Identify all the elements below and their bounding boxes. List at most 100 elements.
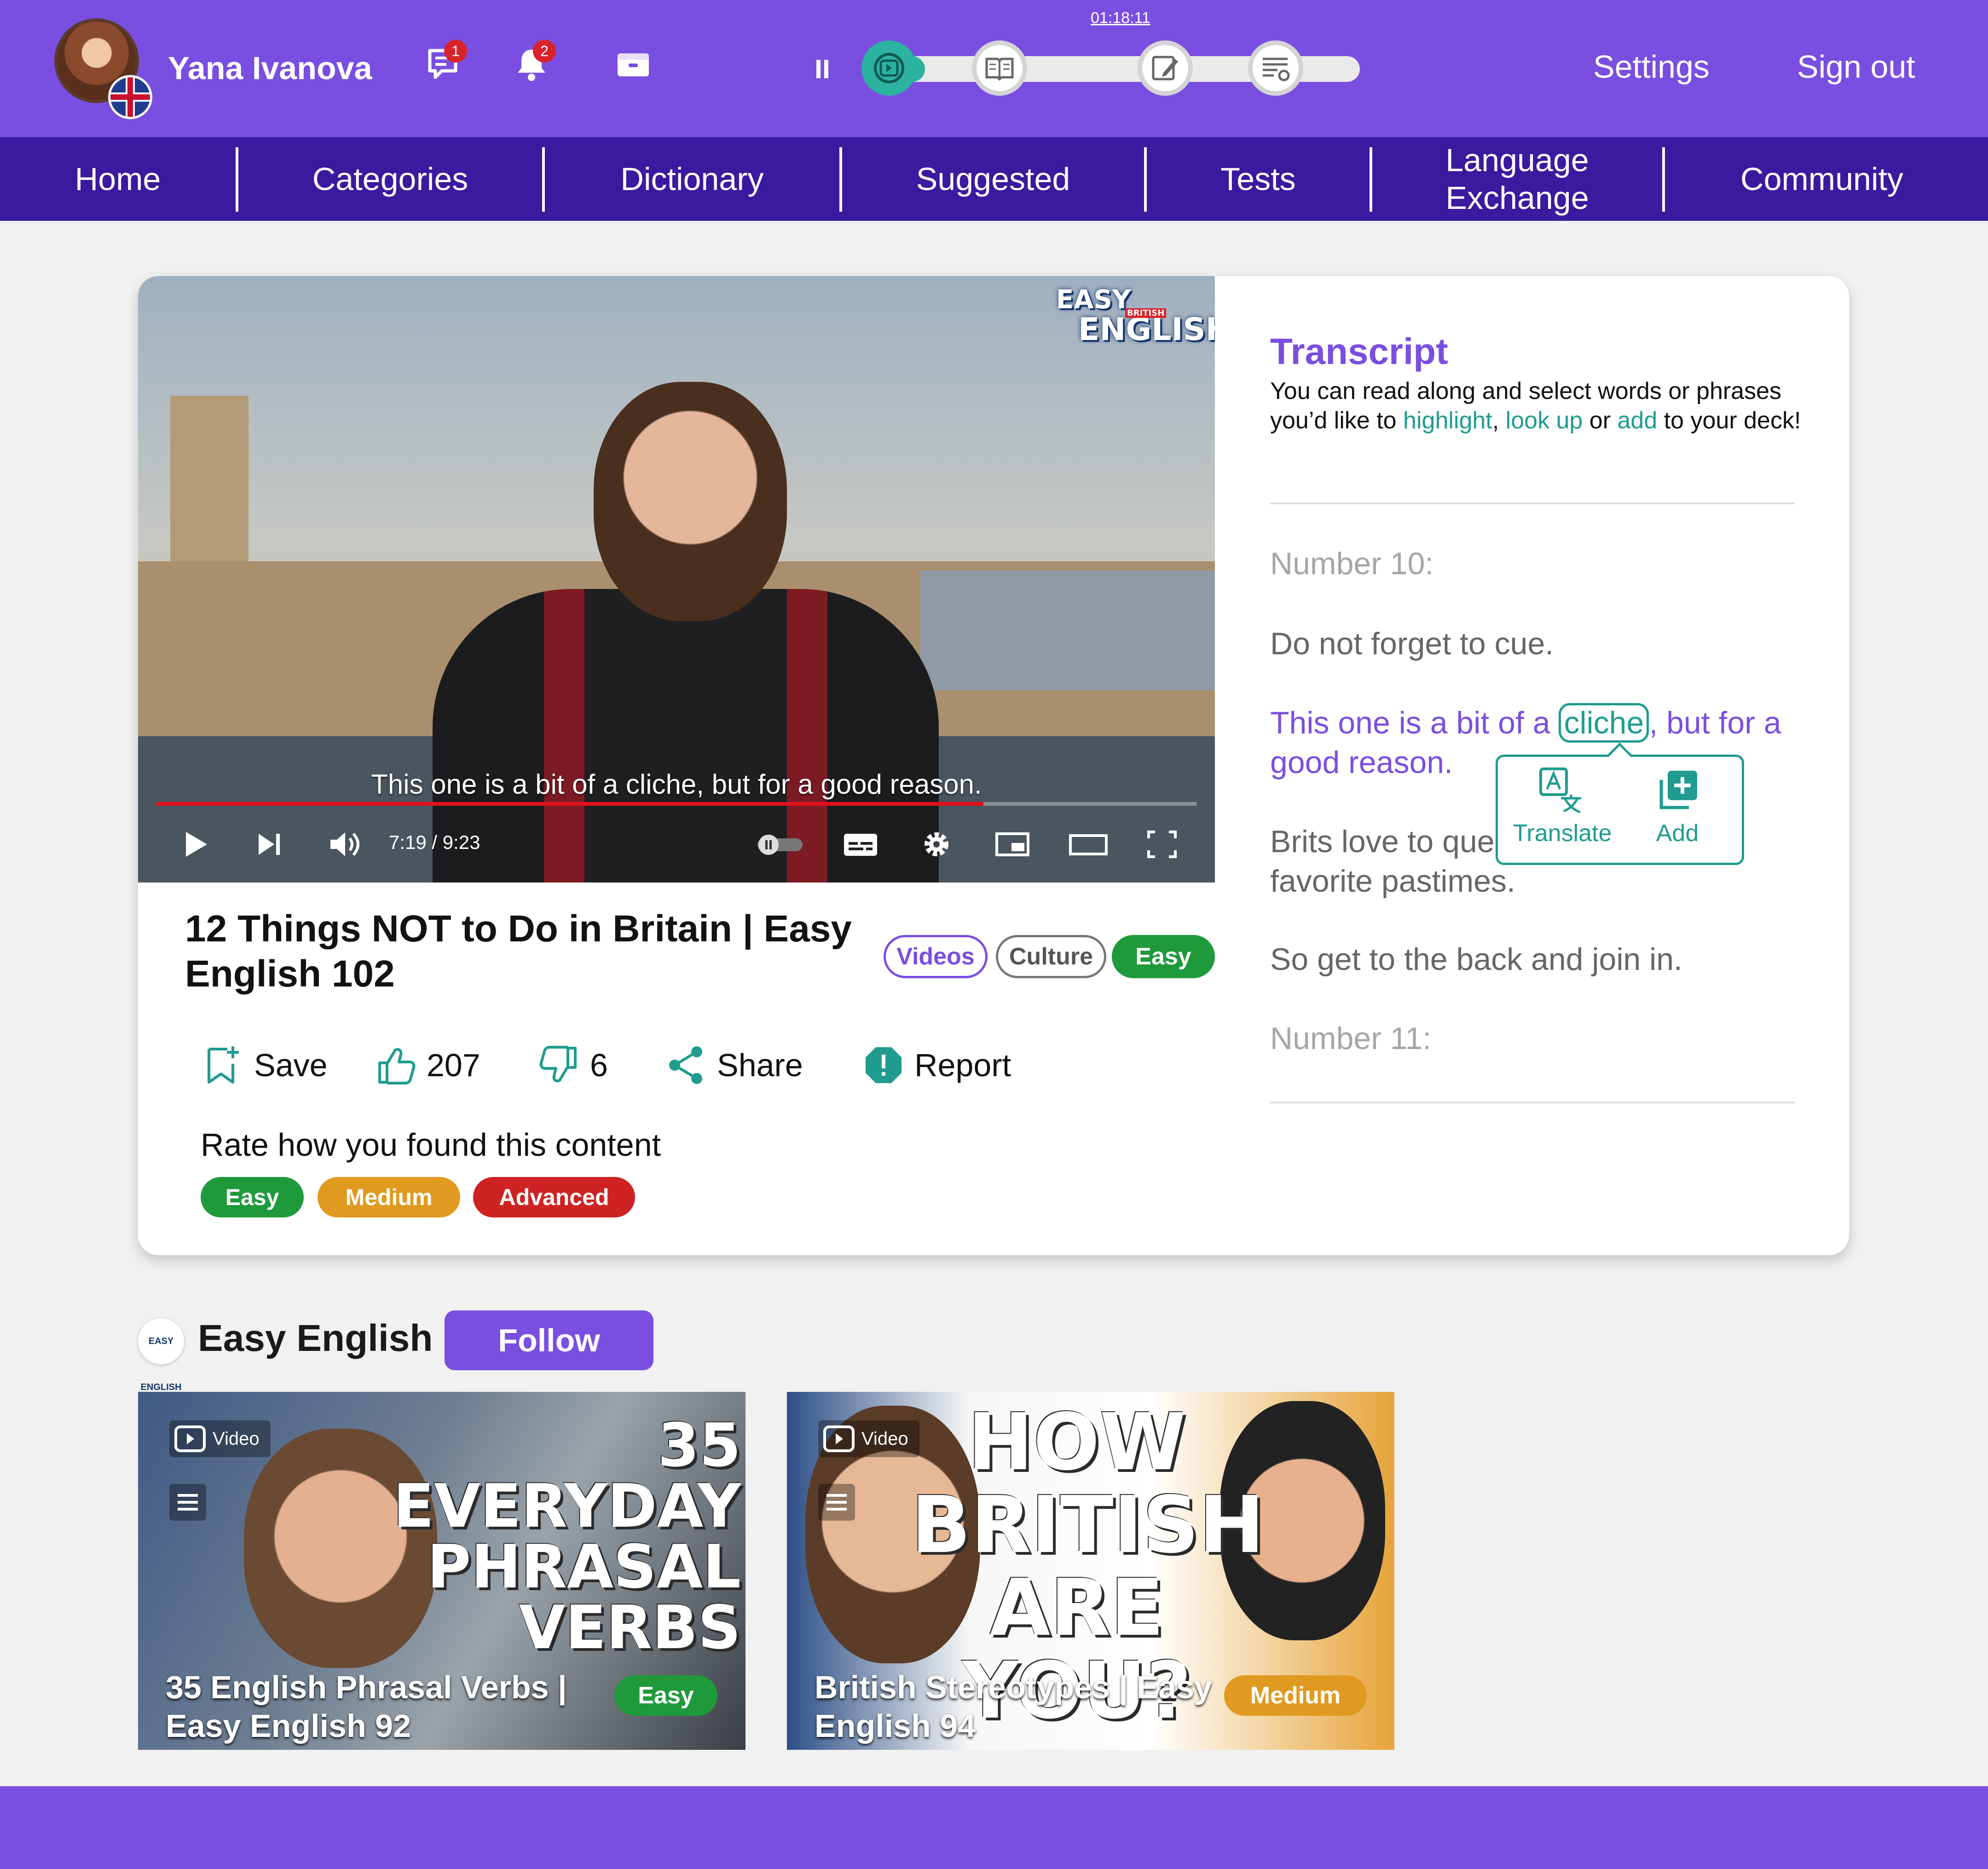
- step-read[interactable]: [972, 40, 1027, 96]
- presenter-head: [594, 382, 787, 621]
- thumbs-down-icon: [539, 1046, 577, 1083]
- signout-link[interactable]: Sign out: [1797, 48, 1915, 85]
- rate-advanced-button[interactable]: Advanced: [473, 1177, 635, 1217]
- transcript-line[interactable]: So get to the back and join in.: [1270, 940, 1804, 979]
- video-type-chip: Video: [169, 1420, 271, 1457]
- nav-tests[interactable]: Tests: [1147, 137, 1370, 221]
- channel-name[interactable]: Easy English: [198, 1317, 433, 1360]
- nav-language-exchange[interactable]: Language Exchange: [1372, 137, 1662, 221]
- report-button[interactable]: Report: [863, 1040, 1011, 1090]
- related-video-title: British Stereotypes | Easy English 94: [815, 1669, 1212, 1744]
- transcript-desc-sep: ,: [1492, 407, 1506, 434]
- video-icon: [823, 1425, 855, 1452]
- play-icon[interactable]: [179, 828, 212, 860]
- related-video-card[interactable]: 35 EVERYDAY PHRASAL VERBS Video 35 Engli…: [138, 1392, 746, 1750]
- add-label: Add: [1656, 820, 1699, 847]
- tag-culture[interactable]: Culture: [996, 935, 1106, 978]
- tag-videos[interactable]: Videos: [884, 935, 988, 978]
- like-button[interactable]: 207: [375, 1040, 480, 1090]
- translate-button[interactable]: Translate: [1507, 761, 1618, 858]
- next-icon[interactable]: [253, 828, 285, 860]
- like-count: 207: [427, 1047, 480, 1083]
- rate-prompt: Rate how you found this content: [201, 1127, 661, 1163]
- tag-level[interactable]: Easy: [1112, 935, 1215, 978]
- word-action-popup: Translate Add: [1496, 755, 1744, 865]
- rate-medium-button[interactable]: Medium: [318, 1177, 460, 1217]
- nav-home[interactable]: Home: [0, 137, 236, 221]
- notifications-badge: 2: [533, 40, 556, 63]
- thumbnail-text-line: HOW: [967, 1397, 1186, 1488]
- highlight-link[interactable]: highlight: [1403, 407, 1492, 434]
- miniplayer-icon[interactable]: [994, 828, 1031, 860]
- video-progress-played: [156, 802, 983, 806]
- video-icon: [174, 1425, 206, 1452]
- menu-icon[interactable]: [818, 1484, 855, 1521]
- thumbnail-text-line: BRITISH: [911, 1480, 1265, 1571]
- follow-button[interactable]: Follow: [445, 1310, 653, 1370]
- share-button[interactable]: Share: [665, 1040, 803, 1090]
- step-video[interactable]: [861, 40, 917, 96]
- related-video-title: 35 English Phrasal Verbs | Easy English …: [166, 1669, 567, 1744]
- video-player[interactable]: EASY BRITISH ENGLISH This one is a bit o…: [138, 276, 1215, 883]
- fullscreen-icon[interactable]: [1146, 828, 1178, 860]
- share-label: Share: [717, 1047, 803, 1083]
- gear-icon[interactable]: [920, 828, 953, 860]
- video-title: 12 Things NOT to Do in Britain | Easy En…: [185, 908, 852, 995]
- menu-icon[interactable]: [169, 1484, 206, 1521]
- video-step-icon: [874, 53, 904, 83]
- write-step-icon: [1152, 56, 1178, 81]
- watermark-bottom: ENGLISH: [1078, 312, 1215, 348]
- nav-categories[interactable]: Categories: [238, 137, 542, 221]
- read-step-icon: [985, 58, 1014, 81]
- settings-link[interactable]: Settings: [1593, 48, 1710, 85]
- thumbnail-text-line: 35: [658, 1410, 741, 1480]
- related-video-card[interactable]: HOW BRITISH ARE YOU? Video British Stere…: [787, 1392, 1394, 1750]
- pause-icon[interactable]: [815, 59, 829, 79]
- transcript-description: You can read along and select words or p…: [1270, 376, 1804, 435]
- save-button[interactable]: Save: [202, 1040, 328, 1090]
- inbox-icon[interactable]: [615, 46, 652, 83]
- dislike-button[interactable]: 6: [538, 1040, 608, 1090]
- rate-easy-button[interactable]: Easy: [201, 1177, 304, 1217]
- video-time: 7:19 / 9:23: [389, 831, 480, 853]
- footer-bar: [0, 1786, 1988, 1869]
- dislike-count: 6: [590, 1047, 608, 1083]
- user-name[interactable]: Yana Ivanova: [168, 50, 372, 87]
- autoplay-toggle-icon[interactable]: [755, 828, 805, 860]
- video-chip-label: Video: [213, 1428, 260, 1449]
- thumbnail-text-line: VERBS: [519, 1592, 741, 1662]
- video-type-chip: Video: [818, 1420, 919, 1457]
- add-to-deck-button[interactable]: Add: [1622, 761, 1733, 858]
- main-nav: Home Categories Dictionary Suggested Tes…: [0, 137, 1988, 221]
- level-badge: Easy: [614, 1675, 717, 1716]
- lookup-link[interactable]: look up: [1506, 407, 1583, 434]
- nav-suggested[interactable]: Suggested: [842, 137, 1144, 221]
- transcript-title: Transcript: [1270, 331, 1448, 372]
- volume-icon[interactable]: [327, 828, 364, 860]
- selected-word[interactable]: cliche: [1559, 703, 1649, 743]
- translate-label: Translate: [1513, 820, 1612, 847]
- subtitles-icon[interactable]: [842, 828, 879, 860]
- review-step-icon: [1263, 58, 1290, 81]
- channel-logo[interactable]: EASY ENGLISH: [138, 1318, 184, 1392]
- messages-badge: 1: [444, 40, 467, 63]
- step-review[interactable]: [1248, 40, 1303, 96]
- level-badge: Medium: [1224, 1675, 1367, 1716]
- share-icon: [669, 1046, 702, 1084]
- transcript-line[interactable]: Number 10:: [1270, 544, 1804, 583]
- transcript-line[interactable]: Number 11:: [1270, 1019, 1804, 1058]
- add-card-icon: [1659, 771, 1697, 809]
- transcript-text: This one is a bit of a: [1270, 705, 1559, 740]
- step-write[interactable]: [1138, 40, 1193, 96]
- transcript-line[interactable]: Do not forget to cue.: [1270, 624, 1804, 663]
- video-caption: This one is a bit of a cliche, but for a…: [371, 769, 982, 800]
- translate-icon: [1539, 767, 1581, 813]
- report-label: Report: [914, 1047, 1011, 1083]
- lesson-card: EASY BRITISH ENGLISH This one is a bit o…: [138, 276, 1849, 1255]
- theater-mode-icon[interactable]: [1068, 828, 1109, 860]
- nav-dictionary[interactable]: Dictionary: [545, 137, 839, 221]
- add-link[interactable]: add: [1618, 407, 1658, 434]
- uk-flag-icon: [108, 75, 152, 119]
- report-icon: [866, 1047, 902, 1083]
- nav-community[interactable]: Community: [1665, 137, 1979, 221]
